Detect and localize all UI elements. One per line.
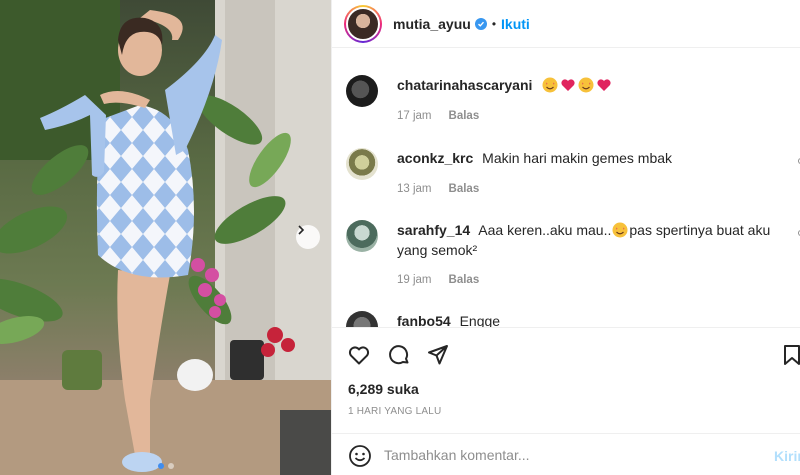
comment-text: chatarinahascaryani bbox=[397, 75, 782, 95]
post-date: 1 HARI YANG LALU bbox=[348, 406, 442, 417]
post-side-panel: mutia_ayuu • Ikuti chatarinahascaryani 1… bbox=[331, 0, 800, 475]
chevron-right-icon bbox=[298, 225, 305, 235]
comment-bubble-icon bbox=[389, 345, 409, 365]
like-button[interactable] bbox=[346, 342, 372, 368]
reply-button[interactable]: Balas bbox=[449, 183, 480, 195]
comment-button[interactable] bbox=[386, 342, 412, 368]
heart-emoji bbox=[597, 79, 611, 91]
carousel-dot-active bbox=[157, 463, 164, 469]
comments-list: chatarinahascaryani 17 jam Balas aconkz_… bbox=[332, 49, 800, 327]
comment-item: chatarinahascaryani 17 jam Balas bbox=[346, 75, 796, 135]
commenter-avatar[interactable] bbox=[346, 311, 378, 327]
commenter-username[interactable]: chatarinahascaryani bbox=[397, 77, 532, 93]
post-comment-button[interactable]: Kirim bbox=[774, 448, 800, 464]
commenter-avatar[interactable] bbox=[346, 220, 378, 252]
heart-outline-icon bbox=[348, 346, 370, 365]
star-eyes-emoji bbox=[542, 77, 558, 93]
author-avatar[interactable] bbox=[344, 4, 382, 43]
comment-meta: 19 jam Balas bbox=[397, 274, 479, 286]
post-header: mutia_ayuu • Ikuti bbox=[332, 0, 800, 48]
header-separator: • bbox=[491, 16, 497, 31]
commenter-username[interactable]: fanbo54 bbox=[397, 313, 451, 327]
carousel-dot bbox=[167, 463, 174, 469]
comment-meta: 13 jam Balas bbox=[397, 183, 479, 195]
verified-badge-icon bbox=[474, 17, 487, 30]
carousel-dots bbox=[0, 463, 331, 469]
post-photo[interactable] bbox=[0, 0, 331, 475]
comment-text: sarahfy_14 Aaa keren..aku mau.. pas spert… bbox=[397, 220, 782, 260]
share-button[interactable] bbox=[425, 342, 451, 368]
heart-emoji bbox=[561, 79, 575, 91]
save-button[interactable] bbox=[779, 342, 800, 368]
comment-item: fanbo54 Engge bbox=[346, 311, 796, 327]
commenter-avatar[interactable] bbox=[346, 148, 378, 180]
commenter-username[interactable]: sarahfy_14 bbox=[397, 222, 470, 238]
comment-content: Makin hari makin gemes mbak bbox=[482, 150, 673, 166]
author-avatar-image bbox=[346, 6, 380, 41]
author-username[interactable]: mutia_ayuu bbox=[393, 16, 471, 32]
comment-meta: 17 jam Balas bbox=[397, 110, 479, 122]
bookmark-icon bbox=[784, 345, 800, 365]
comment-item: sarahfy_14 Aaa keren..aku mau.. pas spert… bbox=[346, 220, 800, 300]
comment-content-part1: Aaa keren..aku mau.. bbox=[478, 222, 612, 238]
add-comment-bar: Kirim bbox=[332, 433, 800, 475]
paper-plane-icon bbox=[428, 345, 448, 365]
comment-text: aconkz_krc Makin hari makin gemes mbak bbox=[397, 148, 782, 168]
likes-count[interactable]: 6,289 suka bbox=[348, 381, 419, 397]
smiley-icon bbox=[349, 445, 371, 467]
commenter-avatar[interactable] bbox=[346, 75, 378, 107]
carousel-next-button[interactable] bbox=[296, 225, 320, 249]
star-eyes-emoji bbox=[578, 77, 594, 93]
comment-time: 17 jam bbox=[397, 110, 432, 122]
star-eyes-emoji bbox=[612, 222, 628, 238]
reply-button[interactable]: Balas bbox=[449, 274, 480, 286]
comment-text: fanbo54 Engge bbox=[397, 311, 782, 327]
comment-input[interactable] bbox=[384, 445, 724, 465]
follow-button[interactable]: Ikuti bbox=[501, 16, 530, 32]
comment-content: Engge bbox=[459, 313, 501, 327]
reply-button[interactable]: Balas bbox=[449, 110, 480, 122]
photo-illustration bbox=[0, 0, 331, 475]
emoji-picker-button[interactable] bbox=[348, 444, 372, 468]
post-actions bbox=[332, 327, 800, 381]
comment-time: 13 jam bbox=[397, 183, 432, 195]
comment-item: aconkz_krc Makin hari makin gemes mbak 1… bbox=[346, 148, 800, 208]
commenter-username[interactable]: aconkz_krc bbox=[397, 150, 473, 166]
comment-time: 19 jam bbox=[397, 274, 432, 286]
